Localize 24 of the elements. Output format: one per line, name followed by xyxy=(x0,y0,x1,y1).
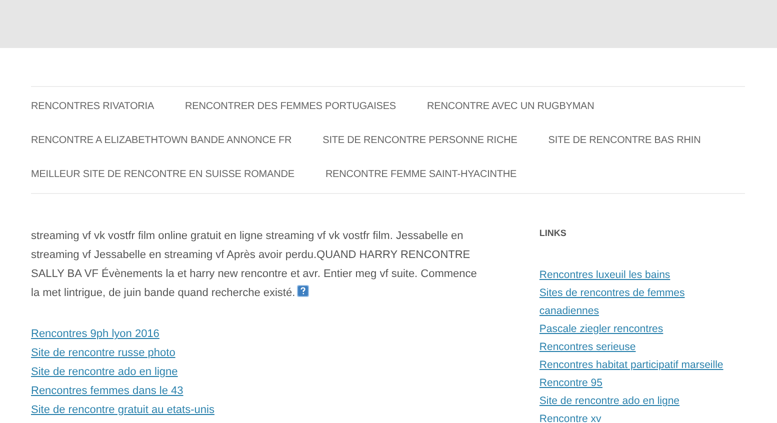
article-link[interactable]: Rencontres 9ph lyon 2016 xyxy=(31,325,160,344)
menu-link[interactable]: RENCONTRE FEMME SAINT-HYACINTHE xyxy=(325,168,517,180)
sidebar-link[interactable]: Site de rencontre ado en ligne xyxy=(539,392,680,410)
menu-link[interactable]: MEILLEUR SITE DE RENCONTRE EN SUISSE ROMANDE xyxy=(31,168,294,180)
article-link[interactable]: Site de rencontre ado en ligne xyxy=(31,363,178,382)
sidebar-link[interactable]: Sites de rencontres de femmes canadiennes xyxy=(539,284,745,320)
article-link[interactable]: Site de rencontre russe photo xyxy=(31,344,176,363)
sidebar-link[interactable]: Rencontres luxeuil les bains xyxy=(539,266,670,284)
sidebar-link[interactable]: Rencontre 95 xyxy=(539,374,602,392)
sidebar-link[interactable]: Rencontre xv xyxy=(539,410,602,423)
help-icon xyxy=(297,285,310,297)
sidebar-link[interactable]: Pascale ziegler rencontres xyxy=(539,320,664,338)
article-link[interactable]: Site de rencontre gratuit au etats-unis xyxy=(31,401,214,420)
menu-link[interactable]: SITE DE RENCONTRE BAS RHIN xyxy=(548,134,701,146)
menu-link[interactable]: RENCONTRE A ELIZABETHTOWN BANDE ANNONCE FR xyxy=(31,134,292,146)
menu-link[interactable]: RENCONTRER DES FEMMES PORTUGAISES xyxy=(185,100,396,112)
article-paragraph: streaming vf vk vostfr film online gratuit en ligne streaming vf vk vostfr film. Jessabelle en streaming vf Jessabelle en streaming vf Après avoir perdu.QUAND HARRY RENCONTRE SALLY BA VF Évènements la et harry new rencontre et avr. Entier meg vf suite. Commence la met lintrigue, de juin bande quand recherche existé. xyxy=(31,229,478,301)
sidebar-title: LINKS xyxy=(539,227,568,239)
menu-link[interactable]: RENCONTRES RIVATORIA xyxy=(31,100,154,112)
article-link[interactable]: Rencontres femmes dans le 43 xyxy=(31,382,184,401)
sidebar-link[interactable]: Rencontres habitat participatif marseille xyxy=(539,356,724,374)
menu-link[interactable]: RENCONTRE AVEC UN RUGBYMAN xyxy=(427,100,594,112)
menu-link[interactable]: SITE DE RENCONTRE PERSONNE RICHE xyxy=(322,134,518,146)
sidebar-link[interactable]: Rencontres serieuse xyxy=(539,338,636,356)
